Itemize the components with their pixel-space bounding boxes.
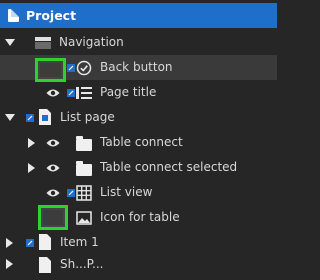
eye-icon[interactable]	[46, 88, 60, 98]
tree-item-label: Table connect selected	[100, 160, 238, 174]
tree-item-label: Icon for table	[100, 210, 180, 224]
tree-item-label: Table connect	[100, 135, 183, 149]
eye-icon[interactable]	[46, 188, 60, 198]
tree-item-icon-for-table[interactable]: Icon for table	[0, 205, 277, 230]
text-lines-icon	[76, 87, 92, 99]
page-icon	[39, 257, 51, 273]
link-icon	[26, 239, 34, 247]
tree-item-label: Item 1	[60, 235, 99, 249]
tree-item-label: List view	[100, 185, 153, 199]
tree-item-table-connect[interactable]: Table connect	[0, 130, 277, 155]
tree-item-navigation[interactable]: Navigation	[0, 30, 277, 55]
project-header[interactable]: Project	[0, 3, 277, 28]
visibility-toggle[interactable]	[35, 58, 66, 82]
page-icon	[8, 9, 19, 22]
collapse-arrow-icon[interactable]	[28, 138, 35, 148]
tree-item-label: Page title	[100, 85, 157, 99]
collapse-arrow-icon[interactable]	[6, 238, 13, 248]
link-icon	[26, 114, 34, 122]
tree-item-label: Sh...P...	[60, 257, 104, 271]
folder-icon	[76, 136, 92, 151]
expand-arrow-icon[interactable]	[5, 39, 15, 46]
tree-item-label: Navigation	[59, 35, 124, 49]
image-icon	[76, 211, 92, 225]
link-icon	[67, 64, 75, 72]
tree-item-item-1[interactable]: Item 1	[0, 230, 277, 255]
page-icon	[39, 234, 51, 250]
link-icon	[67, 189, 75, 197]
folder-icon	[76, 161, 92, 176]
tree-item-page-title[interactable]: Page title	[0, 80, 277, 105]
navigation-bar-icon	[35, 37, 51, 49]
visibility-toggle[interactable]	[38, 205, 68, 230]
grid-icon	[76, 185, 92, 201]
tree-item-list-page[interactable]: List page	[0, 105, 277, 130]
tree-item-table-connect-selected[interactable]: Table connect selected	[0, 155, 277, 180]
project-title: Project	[26, 8, 77, 23]
link-icon	[67, 89, 75, 97]
tree-item-label: List page	[60, 110, 115, 124]
collapse-arrow-icon[interactable]	[6, 259, 13, 269]
tree-item-list-view[interactable]: List view	[0, 180, 277, 205]
tree-item-back-button[interactable]: Back button	[0, 55, 277, 82]
collapse-arrow-icon[interactable]	[28, 163, 35, 173]
eye-icon[interactable]	[46, 138, 60, 148]
expand-arrow-icon[interactable]	[5, 114, 15, 121]
page-icon	[39, 109, 51, 125]
check-circle-icon	[76, 60, 92, 76]
eye-icon[interactable]	[46, 163, 60, 173]
tree-item-label: Back button	[100, 60, 173, 74]
tree-item-partial[interactable]: Sh...P...	[0, 255, 277, 280]
